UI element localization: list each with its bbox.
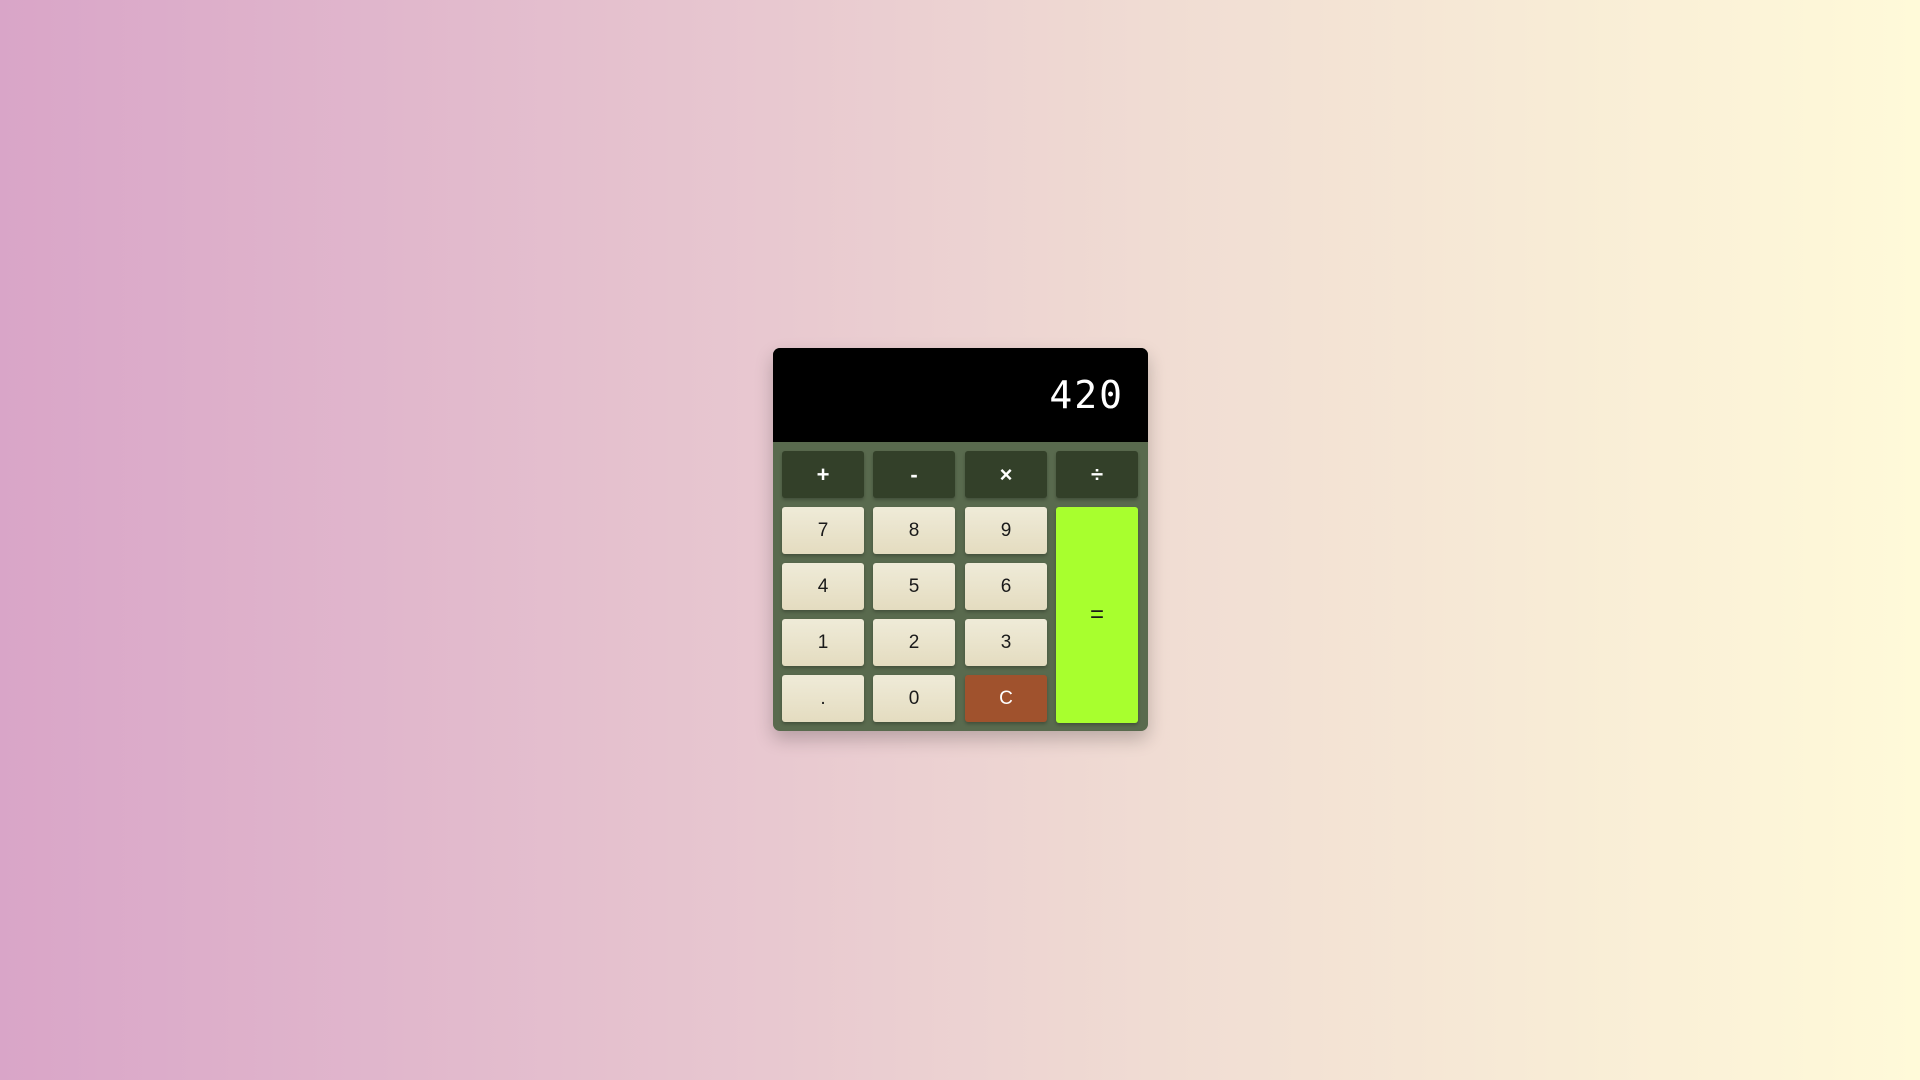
digit-7-button[interactable]: 7 [782,507,864,554]
digit-1-button[interactable]: 1 [782,619,864,666]
digit-2-button[interactable]: 2 [873,619,955,666]
digit-3-button[interactable]: 3 [965,619,1047,666]
digit-0-button[interactable]: 0 [873,675,955,722]
equals-button[interactable]: = [1056,507,1138,723]
clear-button[interactable]: C [965,675,1047,722]
calculator: 420 + - × ÷ 7 8 9 = 4 5 6 1 2 3 . 0 C [773,348,1148,731]
digit-9-button[interactable]: 9 [965,507,1047,554]
subtract-button[interactable]: - [873,451,955,498]
display-value: 420 [1049,373,1124,417]
decimal-button[interactable]: . [782,675,864,722]
add-button[interactable]: + [782,451,864,498]
multiply-button[interactable]: × [965,451,1047,498]
digit-8-button[interactable]: 8 [873,507,955,554]
digit-4-button[interactable]: 4 [782,563,864,610]
calculator-display: 420 [773,348,1148,442]
divide-button[interactable]: ÷ [1056,451,1138,498]
digit-6-button[interactable]: 6 [965,563,1047,610]
digit-5-button[interactable]: 5 [873,563,955,610]
